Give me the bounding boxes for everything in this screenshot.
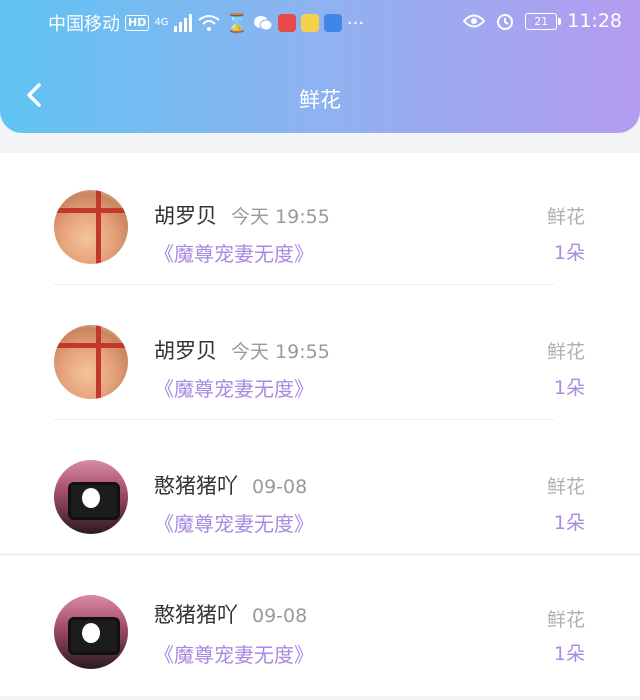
signal-icon <box>174 14 193 32</box>
user-name: 憨猪猪吖 09-08 <box>154 603 308 627</box>
gift-time: 今天 19:55 <box>231 341 330 363</box>
gift-time: 09-08 <box>252 476 308 498</box>
wifi-icon <box>198 15 221 31</box>
wechat-icon <box>253 16 273 31</box>
avatar <box>54 325 128 399</box>
hourglass-icon: ⌛ <box>225 12 248 34</box>
avatar <box>54 190 128 264</box>
gift-count: 1朵 <box>553 242 585 264</box>
gift-count: 1朵 <box>553 377 585 399</box>
app-yellow-icon <box>300 14 319 32</box>
gift-type: 鲜花 <box>546 341 585 363</box>
carrier-label: 中国移动 <box>48 14 120 35</box>
network-label: 4G <box>154 17 169 28</box>
list-item[interactable]: 胡罗贝 今天 19:55 《魔尊宠妻无度》 鲜花 1朵 <box>0 295 640 430</box>
header-bar: 中国移动 HD 4G ⌛ ··· 21 11:28 鲜花 <box>0 0 640 133</box>
gift-time: 09-08 <box>252 605 308 627</box>
user-name: 胡罗贝 今天 19:55 <box>154 339 330 363</box>
alarm-icon <box>497 14 514 30</box>
gift-type: 鲜花 <box>546 476 585 498</box>
book-link[interactable]: 《魔尊宠妻无度》 <box>154 373 314 402</box>
user-name: 胡罗贝 今天 19:55 <box>154 204 330 228</box>
gift-count: 1朵 <box>553 643 585 665</box>
page-title: 鲜花 <box>299 88 341 112</box>
book-link[interactable]: 《魔尊宠妻无度》 <box>154 639 314 668</box>
app-red-icon <box>277 14 296 32</box>
hd-badge: HD <box>125 15 150 31</box>
divider <box>54 284 554 285</box>
gift-type: 鲜花 <box>546 609 585 631</box>
list-item[interactable]: 胡罗贝 今天 19:55 《魔尊宠妻无度》 鲜花 1朵 <box>0 160 640 295</box>
status-bar: 中国移动 HD 4G ⌛ ··· 21 11:28 <box>0 0 640 44</box>
avatar <box>54 595 128 669</box>
avatar <box>54 460 128 534</box>
more-notifications-icon: ··· <box>346 12 365 34</box>
user-name: 憨猪猪吖 09-08 <box>154 474 308 498</box>
list-item[interactable]: 憨猪猪吖 09-08 《魔尊宠妻无度》 鲜花 1朵 <box>0 565 640 700</box>
gift-time: 今天 19:55 <box>231 206 330 228</box>
divider <box>54 419 554 420</box>
clock: 11:28 <box>567 10 622 32</box>
eye-icon <box>463 14 486 28</box>
list-item[interactable]: 憨猪猪吖 09-08 《魔尊宠妻无度》 鲜花 1朵 <box>0 430 640 565</box>
gift-count: 1朵 <box>553 512 585 534</box>
battery-icon: 21 <box>525 12 562 30</box>
gift-type: 鲜花 <box>546 206 585 228</box>
app-blue-icon <box>323 14 342 32</box>
book-link[interactable]: 《魔尊宠妻无度》 <box>154 238 314 267</box>
book-link[interactable]: 《魔尊宠妻无度》 <box>154 508 314 537</box>
